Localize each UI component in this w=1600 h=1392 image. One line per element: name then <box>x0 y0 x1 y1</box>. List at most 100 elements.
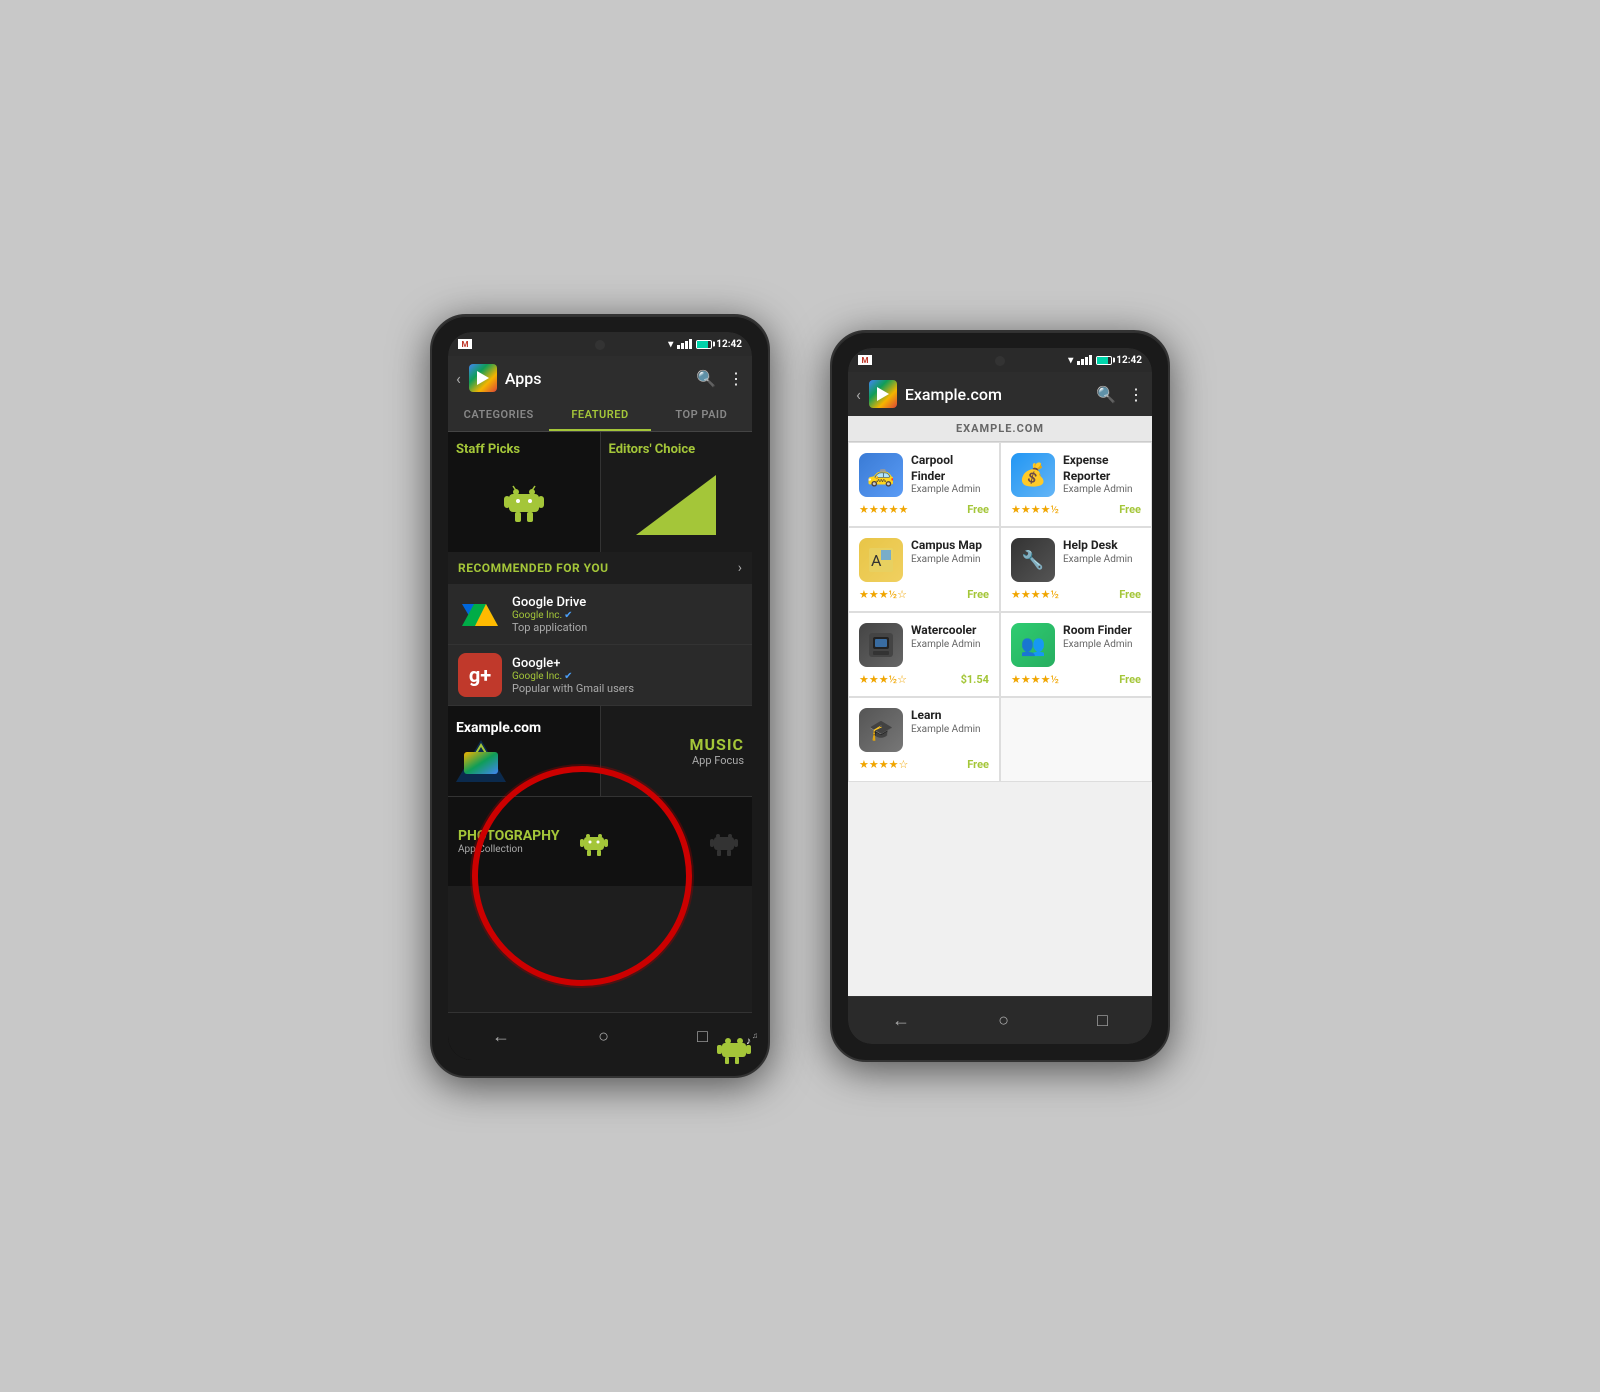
photography-title: PHOTOGRAPHY <box>458 828 560 844</box>
battery-icon-right <box>1096 356 1112 365</box>
tab-bar-left: CATEGORIES FEATURED TOP PAID <box>448 400 752 432</box>
carpool-stars: ★★★★★ <box>859 503 908 516</box>
google-plus-dev: Google Inc. <box>512 671 562 682</box>
wifi-icon: ▾ <box>668 339 673 350</box>
expense-reporter-name: Expense Reporter <box>1063 453 1141 484</box>
google-drive-subtitle: Top application <box>512 621 742 634</box>
carpool-finder-icon: 🚕 <box>859 453 903 497</box>
empty-grid-cell <box>1000 697 1152 782</box>
room-finder-icon: 👥 <box>1011 623 1055 667</box>
search-icon-right[interactable]: 🔍 <box>1096 385 1116 404</box>
battery-icon <box>696 340 712 349</box>
google-plus-subtitle: Popular with Gmail users <box>512 682 742 695</box>
campus-map-dev: Example Admin <box>911 554 982 565</box>
tab-categories[interactable]: CATEGORIES <box>448 400 549 431</box>
campus-map-name: Campus Map <box>911 538 982 554</box>
tab-top-paid[interactable]: TOP PAID <box>651 400 752 431</box>
learn-price: Free <box>967 758 989 771</box>
watercooler-dev: Example Admin <box>911 639 981 650</box>
watercooler-icon <box>859 623 903 667</box>
recommended-chevron[interactable]: › <box>738 560 742 576</box>
recents-nav-left[interactable]: □ <box>697 1026 708 1047</box>
room-finder-name: Room Finder <box>1063 623 1133 639</box>
learn-dev: Example Admin <box>911 724 981 735</box>
back-icon-left[interactable]: ‹ <box>456 369 461 388</box>
back-nav-left[interactable]: ← <box>492 1026 510 1047</box>
help-desk-icon: 🔧 <box>1011 538 1055 582</box>
photography-tile[interactable]: PHOTOGRAPHY App Collection <box>448 796 752 886</box>
music-title: MUSIC <box>689 735 744 754</box>
room-finder-stars: ★★★★½ <box>1011 673 1059 686</box>
staff-picks-title: Staff Picks <box>456 442 520 457</box>
app-bar-left: ‹ Apps 🔍 ⋮ <box>448 356 752 400</box>
recents-nav-right[interactable]: □ <box>1097 1010 1108 1031</box>
helpdesk-price: Free <box>1119 588 1141 601</box>
google-drive-name: Google Drive <box>512 595 742 610</box>
app-title-left: Apps <box>505 369 688 388</box>
example-com-tile[interactable]: Example.com <box>448 706 600 796</box>
app-grid: 🚕 Carpool Finder Example Admin ★★★★★ Fre… <box>848 442 1152 782</box>
search-icon-left[interactable]: 🔍 <box>696 369 716 388</box>
carpool-finder-dev: Example Admin <box>911 484 989 495</box>
app-bar-right: ‹ Example.com 🔍 ⋮ <box>848 372 1152 416</box>
expense-stars: ★★★★½ <box>1011 503 1059 516</box>
help-desk-item[interactable]: 🔧 Help Desk Example Admin ★★★★½ Free <box>1000 527 1152 612</box>
menu-icon-right[interactable]: ⋮ <box>1128 385 1144 404</box>
google-drive-info: Google Drive Google Inc. ✔ Top applicati… <box>512 595 742 634</box>
signal-bars-right <box>1077 355 1092 365</box>
back-icon-right[interactable]: ‹ <box>856 385 861 404</box>
back-nav-right[interactable]: ← <box>892 1010 910 1031</box>
signal-bars <box>677 339 692 349</box>
example-section-title: EXAMPLE.COM <box>848 416 1152 442</box>
expense-reporter-item[interactable]: 💰 Expense Reporter Example Admin ★★★★½ F… <box>1000 442 1152 527</box>
room-finder-item[interactable]: 👥 Room Finder Example Admin ★★★★½ Free <box>1000 612 1152 697</box>
help-desk-name: Help Desk <box>1063 538 1133 554</box>
verified-badge-gplus: ✔ <box>564 671 572 682</box>
campus-stars: ★★★½☆ <box>859 588 907 601</box>
watercooler-name: Watercooler <box>911 623 981 639</box>
camera <box>595 340 605 350</box>
google-drive-icon <box>458 592 502 636</box>
promo-row: Example.com <box>448 706 752 796</box>
google-drive-item[interactable]: Google Drive Google Inc. ✔ Top applicati… <box>448 584 752 645</box>
photography-sub: App Collection <box>458 844 560 855</box>
watercooler-stars: ★★★½☆ <box>859 673 907 686</box>
campus-map-icon: A <box>859 538 903 582</box>
room-finder-dev: Example Admin <box>1063 639 1133 650</box>
expense-price: Free <box>1119 503 1141 516</box>
featured-banners: Staff Picks <box>448 432 752 552</box>
staff-picks-banner[interactable]: Staff Picks <box>448 432 601 552</box>
tab-featured[interactable]: FEATURED <box>549 400 650 431</box>
time-display-right: 12:42 <box>1116 355 1142 366</box>
gmail-icon-right: M <box>858 355 872 365</box>
play-store-icon-left <box>469 364 497 392</box>
google-plus-icon: g+ <box>458 653 502 697</box>
music-sub: App Focus <box>692 754 744 767</box>
editors-choice-title: Editors' Choice <box>609 442 696 457</box>
carpool-finder-name: Carpool Finder <box>911 453 989 484</box>
expense-reporter-dev: Example Admin <box>1063 484 1141 495</box>
play-store-icon-right <box>869 380 897 408</box>
google-plus-item[interactable]: g+ Google+ Google Inc. ✔ Popular with Gm… <box>448 645 752 706</box>
wifi-icon-right: ▾ <box>1068 355 1073 366</box>
editors-choice-banner[interactable]: Editors' Choice <box>601 432 753 552</box>
music-tile[interactable]: MUSIC App Focus ♪ ♫ <box>600 706 753 796</box>
svg-text:A: A <box>871 551 882 570</box>
room-finder-price: Free <box>1119 673 1141 686</box>
google-plus-info: Google+ Google Inc. ✔ Popular with Gmail… <box>512 656 742 695</box>
screen-content-left: Staff Picks <box>448 432 752 1012</box>
carpool-finder-item[interactable]: 🚕 Carpool Finder Example Admin ★★★★★ Fre… <box>848 442 1000 527</box>
campus-map-item[interactable]: A Campus Map Example Admin ★★★½☆ Free <box>848 527 1000 612</box>
learn-name: Learn <box>911 708 981 724</box>
expense-reporter-icon: 💰 <box>1011 453 1055 497</box>
google-drive-dev: Google Inc. <box>512 610 562 621</box>
helpdesk-stars: ★★★★½ <box>1011 588 1059 601</box>
verified-badge-drive: ✔ <box>564 610 572 621</box>
menu-icon-left[interactable]: ⋮ <box>728 369 744 388</box>
watercooler-item[interactable]: Watercooler Example Admin ★★★½☆ $1.54 <box>848 612 1000 697</box>
home-nav-right[interactable]: ○ <box>998 1010 1009 1031</box>
home-nav-left[interactable]: ○ <box>598 1026 609 1047</box>
watercooler-price: $1.54 <box>961 673 989 686</box>
example-screen: EXAMPLE.COM 🚕 Carpool Finder Example Adm… <box>848 416 1152 996</box>
learn-item[interactable]: 🎓 Learn Example Admin ★★★★☆ Free <box>848 697 1000 782</box>
